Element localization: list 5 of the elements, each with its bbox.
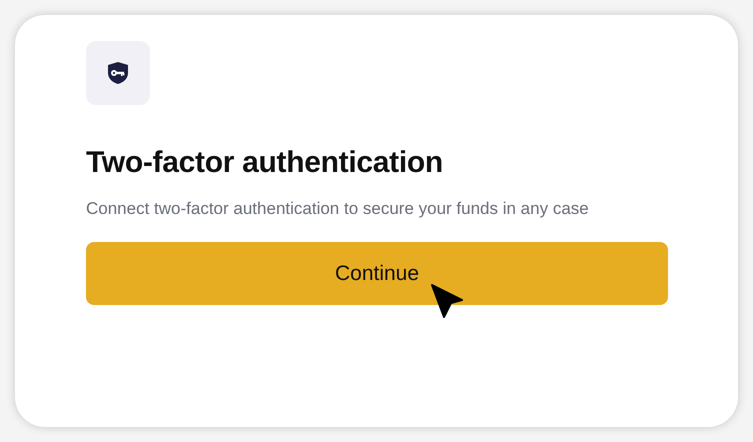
title: Two-factor authentication [86, 145, 444, 181]
continue-button[interactable]: Continue [86, 242, 668, 305]
cursor-icon [430, 283, 464, 319]
description: Connect two-factor authentication to secure your funds in any case [86, 198, 590, 220]
shield-key-icon [86, 41, 150, 105]
